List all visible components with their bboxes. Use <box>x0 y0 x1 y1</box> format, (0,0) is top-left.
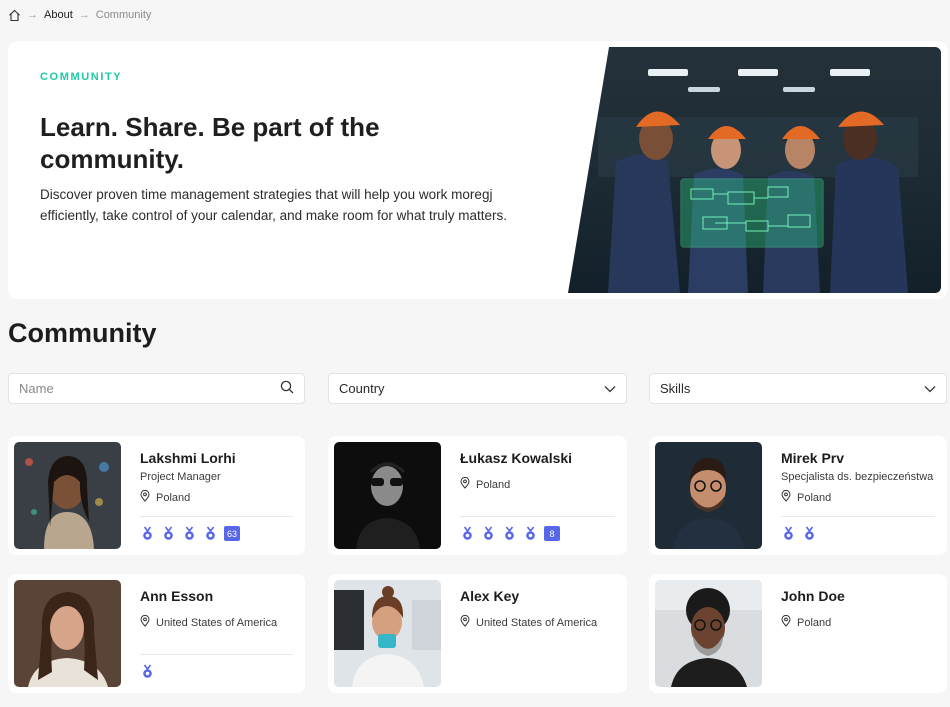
member-name[interactable]: John Doe <box>781 588 845 604</box>
member-card[interactable]: Ann Esson United States of America <box>8 574 305 693</box>
medal-icon <box>481 526 496 541</box>
member-card[interactable]: Łukasz Kowalski Poland 8 <box>328 436 627 555</box>
breadcrumb-about-link[interactable]: About <box>44 9 73 21</box>
location-pin-icon <box>140 489 150 505</box>
member-name[interactable]: Ann Esson <box>140 588 213 604</box>
hero-description: Discover proven time management strategi… <box>40 187 507 223</box>
name-search-field[interactable] <box>8 373 305 404</box>
hero-banner: COMMUNITY Learn. Share. Be part of the c… <box>8 41 948 299</box>
location-pin-icon <box>460 614 470 630</box>
member-country: United States of America <box>476 616 598 629</box>
member-country: Poland <box>797 616 832 629</box>
medal-icon <box>460 526 475 541</box>
hero-image <box>568 47 941 293</box>
member-country: Poland <box>797 491 832 504</box>
member-name[interactable]: Alex Key <box>460 588 519 604</box>
member-name[interactable]: Lakshmi Lorhi <box>140 450 236 466</box>
search-icon[interactable] <box>280 380 294 397</box>
member-location: Poland <box>781 489 832 505</box>
medal-icon <box>781 526 796 541</box>
member-country: Poland <box>156 491 191 504</box>
member-card[interactable]: Mirek Prv Specjalista ds. bezpieczeństwa… <box>649 436 947 555</box>
skills-select[interactable]: Skills <box>649 373 947 404</box>
card-divider <box>140 654 293 655</box>
medal-icon <box>140 526 155 541</box>
home-icon[interactable] <box>8 9 21 22</box>
card-divider <box>781 516 935 517</box>
member-card[interactable]: John Doe Poland <box>649 574 947 693</box>
country-select-label: Country <box>339 381 385 396</box>
member-badges <box>781 526 817 541</box>
extra-badges-count[interactable]: 63 <box>224 526 241 541</box>
member-photo <box>14 580 121 687</box>
member-photo <box>334 580 441 687</box>
location-pin-icon <box>781 614 791 630</box>
member-location: United States of America <box>140 614 278 630</box>
member-role: Specjalista ds. bezpieczeństwa <box>781 471 934 483</box>
member-country: United States of America <box>156 616 278 629</box>
medal-icon <box>802 526 817 541</box>
medal-icon <box>523 526 538 541</box>
member-name[interactable]: Mirek Prv <box>781 450 844 466</box>
member-location: United States of America <box>460 614 598 630</box>
member-name[interactable]: Łukasz Kowalski <box>460 450 572 466</box>
country-select[interactable]: Country <box>328 373 627 404</box>
member-badges: 8 <box>460 526 560 541</box>
card-divider <box>460 516 615 517</box>
member-location: Poland <box>781 614 832 630</box>
member-photo <box>14 442 121 549</box>
breadcrumb: → About → Community <box>8 7 151 23</box>
chevron-down-icon <box>924 381 936 396</box>
medal-icon <box>140 664 155 679</box>
location-pin-icon <box>460 476 470 492</box>
member-photo <box>655 442 762 549</box>
member-card[interactable]: Alex Key United States of America <box>328 574 627 693</box>
location-pin-icon <box>140 614 150 630</box>
member-photo <box>334 442 441 549</box>
medal-icon <box>502 526 517 541</box>
member-location: Poland <box>460 476 511 492</box>
medal-icon <box>161 526 176 541</box>
hero-eyebrow: COMMUNITY <box>40 71 123 83</box>
member-card[interactable]: Lakshmi Lorhi Project Manager Poland 63 <box>8 436 305 555</box>
member-badges: 63 <box>140 526 241 541</box>
member-badges <box>140 664 155 679</box>
section-title: Community <box>8 318 157 348</box>
hero-title: Learn. Share. Be part of the community. <box>40 112 380 174</box>
breadcrumb-current: Community <box>95 9 152 21</box>
breadcrumb-arrow-icon: → <box>78 9 90 21</box>
member-location: Poland <box>140 489 191 505</box>
member-role: Project Manager <box>140 471 221 483</box>
extra-badges-count[interactable]: 8 <box>544 526 560 541</box>
medal-icon <box>182 526 197 541</box>
chevron-down-icon <box>604 381 616 396</box>
name-search-input[interactable] <box>19 381 259 396</box>
skills-select-label: Skills <box>660 381 691 396</box>
member-photo <box>655 580 762 687</box>
medal-icon <box>203 526 218 541</box>
member-country: Poland <box>476 478 511 491</box>
breadcrumb-arrow-icon: → <box>27 9 38 21</box>
location-pin-icon <box>781 489 791 505</box>
card-divider <box>140 516 293 517</box>
